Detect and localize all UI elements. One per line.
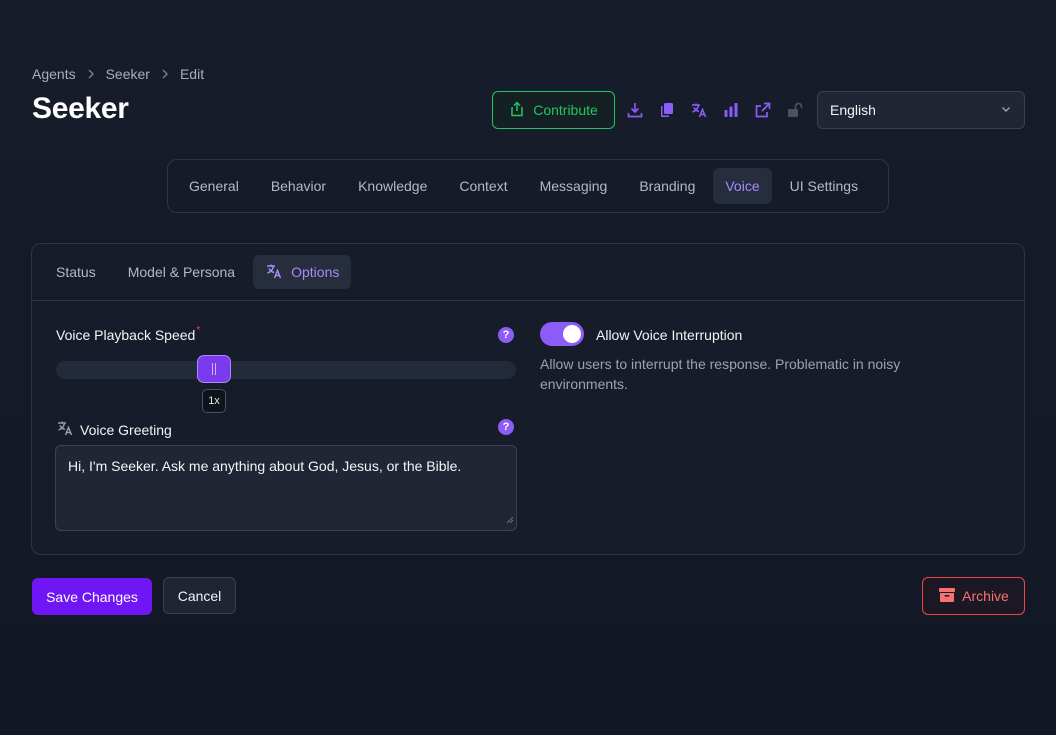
breadcrumb-agents[interactable]: Agents: [32, 66, 76, 82]
help-icon[interactable]: ?: [498, 327, 514, 343]
contribute-label: Contribute: [533, 102, 598, 118]
language-select-value: English: [830, 102, 876, 118]
tab-knowledge[interactable]: Knowledge: [344, 168, 441, 204]
unlock-icon[interactable]: [779, 94, 811, 126]
grip-icon: [212, 363, 216, 375]
main-tabs: General Behavior Knowledge Context Messa…: [167, 159, 889, 213]
archive-label: Archive: [962, 588, 1009, 604]
subtab-model-persona[interactable]: Model & Persona: [114, 255, 249, 289]
header-actions: Contribute English: [492, 91, 1025, 129]
tab-context[interactable]: Context: [445, 168, 521, 204]
sub-tabs: Status Model & Persona Options: [32, 244, 1024, 301]
voice-greeting-label-text: Voice Greeting: [80, 421, 172, 438]
contribute-button[interactable]: Contribute: [492, 91, 615, 129]
toggle-knob: [563, 325, 581, 343]
tab-general[interactable]: General: [175, 168, 253, 204]
cancel-button[interactable]: Cancel: [163, 577, 236, 614]
playback-speed-label-text: Voice Playback Speed: [56, 327, 196, 343]
voice-options-panel: Status Model & Persona Options Voice Pla…: [31, 243, 1025, 555]
download-icon[interactable]: [619, 94, 651, 126]
playback-speed-label: Voice Playback Speed *: [56, 324, 201, 344]
chevron-down-icon: [1000, 102, 1012, 118]
toolbar-icons: [619, 94, 811, 126]
voice-greeting-label: Voice Greeting: [56, 419, 172, 440]
required-asterisk: *: [196, 324, 201, 336]
playback-speed-value: 1x: [202, 389, 226, 413]
analytics-icon[interactable]: [715, 94, 747, 126]
translate-icon: [265, 262, 283, 283]
share-upload-icon: [509, 100, 525, 120]
subtab-options-label: Options: [291, 264, 340, 280]
breadcrumb-edit: Edit: [179, 66, 205, 82]
tab-ui-settings[interactable]: UI Settings: [776, 168, 872, 204]
help-icon[interactable]: ?: [498, 419, 514, 435]
subtab-status[interactable]: Status: [42, 255, 110, 289]
resize-handle-icon[interactable]: [506, 510, 514, 528]
archive-icon: [938, 587, 956, 606]
chevron-right-icon: [160, 69, 170, 79]
tab-branding[interactable]: Branding: [625, 168, 709, 204]
language-select[interactable]: English: [817, 91, 1025, 129]
copy-icon[interactable]: [651, 94, 683, 126]
chevron-right-icon: [86, 69, 96, 79]
translate-icon: [56, 419, 74, 440]
voice-greeting-value: Hi, I'm Seeker. Ask me anything about Go…: [68, 458, 462, 474]
breadcrumb-seeker[interactable]: Seeker: [106, 66, 150, 82]
slider-thumb[interactable]: [197, 355, 231, 383]
tab-messaging[interactable]: Messaging: [526, 168, 622, 204]
save-changes-button[interactable]: Save Changes: [32, 578, 152, 615]
playback-speed-slider[interactable]: 1x: [56, 355, 516, 413]
translate-icon[interactable]: [683, 94, 715, 126]
voice-interruption-description: Allow users to interrupt the response. P…: [540, 356, 901, 392]
archive-button[interactable]: Archive: [922, 577, 1025, 615]
breadcrumb: Agents Seeker Edit: [32, 66, 204, 82]
voice-greeting-textarea[interactable]: Hi, I'm Seeker. Ask me anything about Go…: [55, 445, 517, 531]
tab-behavior[interactable]: Behavior: [257, 168, 340, 204]
tab-voice[interactable]: Voice: [713, 168, 772, 204]
voice-interruption-label: Allow Voice Interruption: [596, 327, 743, 343]
external-link-icon[interactable]: [747, 94, 779, 126]
voice-interruption-toggle[interactable]: [540, 322, 584, 346]
page-title: Seeker: [32, 92, 129, 125]
subtab-options[interactable]: Options: [253, 255, 352, 289]
